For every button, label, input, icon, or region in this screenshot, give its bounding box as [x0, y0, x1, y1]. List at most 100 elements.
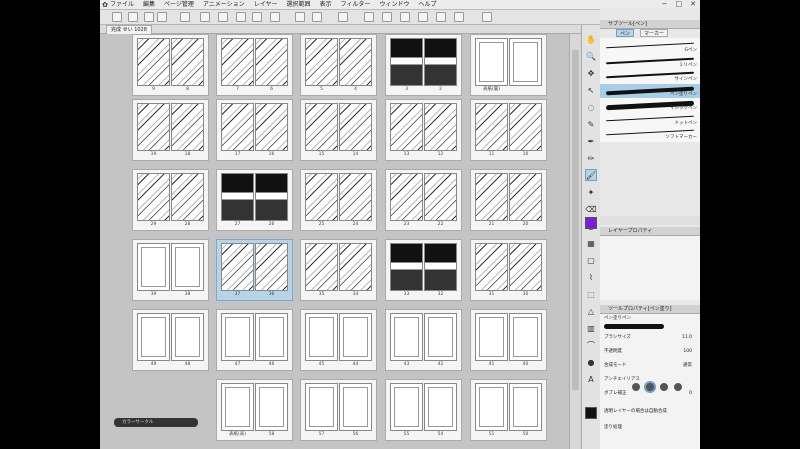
left-page-thumbnail[interactable] — [305, 313, 338, 361]
page-spread[interactable]: 41 40 — [470, 309, 547, 371]
right-page-thumbnail[interactable] — [255, 313, 288, 361]
page-spread[interactable]: 23 22 — [385, 169, 462, 231]
right-page-thumbnail[interactable] — [339, 103, 372, 151]
left-page-thumbnail[interactable] — [221, 313, 254, 361]
right-page-thumbnail[interactable] — [255, 243, 288, 291]
page-spread[interactable]: 27 26 — [216, 169, 293, 231]
page-spread[interactable]: 51 50 — [470, 379, 547, 441]
figure-icon[interactable]: ▢ — [585, 254, 597, 266]
page-spread[interactable]: 17 16 — [216, 99, 293, 161]
left-page-thumbnail[interactable] — [390, 173, 423, 221]
page-spread[interactable]: 表紙(表) 58 — [216, 379, 293, 441]
left-page-thumbnail[interactable] — [137, 313, 170, 361]
left-page-thumbnail[interactable] — [137, 173, 170, 221]
menu-layer[interactable]: レイヤー — [254, 0, 278, 9]
left-page-thumbnail[interactable] — [390, 243, 423, 291]
left-page-thumbnail[interactable] — [390, 103, 423, 151]
menu-filter[interactable]: フィルター — [341, 0, 371, 9]
left-page-thumbnail[interactable] — [305, 103, 338, 151]
eraser-icon[interactable]: ⌫ — [585, 203, 597, 215]
right-page-thumbnail[interactable] — [424, 103, 457, 151]
show-selection-icon[interactable] — [454, 12, 464, 22]
delete-page-icon[interactable] — [236, 12, 246, 22]
right-page-thumbnail[interactable] — [255, 173, 288, 221]
lasso-icon[interactable]: ◌ — [585, 101, 597, 113]
right-page-thumbnail[interactable] — [424, 173, 457, 221]
brush-item[interactable]: ミリペン — [600, 55, 700, 69]
page-spread[interactable]: 33 32 — [385, 239, 462, 301]
move-icon[interactable]: ✥ — [585, 67, 597, 79]
page-manager-canvas[interactable]: 9 8 7 6 5 4 3 2 表紙(裏) 19 18 17 16 15 14 13 12 11 10 29 28 27 2… — [100, 34, 581, 449]
aa-medium-icon[interactable] — [660, 383, 668, 391]
navigator-panel[interactable]: カラーサークル — [114, 418, 198, 427]
right-page-thumbnail[interactable] — [171, 103, 204, 151]
left-page-thumbnail[interactable] — [137, 243, 170, 291]
blend-icon[interactable]: ● — [585, 356, 597, 368]
right-page-thumbnail[interactable] — [255, 103, 288, 151]
right-page-thumbnail[interactable] — [255, 38, 288, 86]
right-page-thumbnail[interactable] — [339, 313, 372, 361]
menu-view[interactable]: 表示 — [320, 0, 332, 9]
property-value[interactable]: 0 — [689, 390, 692, 397]
left-page-thumbnail[interactable] — [221, 243, 254, 291]
gradient-icon[interactable]: ▦ — [585, 237, 597, 249]
redo-icon[interactable] — [270, 12, 280, 22]
clear-icon[interactable] — [312, 12, 322, 22]
sub-color-swatch[interactable] — [585, 407, 597, 419]
right-page-thumbnail[interactable] — [424, 38, 457, 86]
save-icon[interactable] — [218, 12, 228, 22]
right-page-thumbnail[interactable] — [171, 173, 204, 221]
page-spread[interactable]: 35 34 — [300, 239, 377, 301]
left-page-thumbnail[interactable] — [475, 243, 508, 291]
page-spread[interactable]: 55 54 — [385, 379, 462, 441]
page-spread[interactable]: 19 18 — [132, 99, 209, 161]
menu-animation[interactable]: アニメーション — [203, 0, 245, 9]
brush-icon[interactable]: 🖌 — [585, 169, 597, 181]
page-spread[interactable]: 43 42 — [385, 309, 462, 371]
brush-item[interactable]: サインペン — [600, 69, 700, 83]
property-value[interactable]: 100 — [683, 348, 692, 355]
page-spread[interactable]: 29 28 — [132, 169, 209, 231]
right-page-thumbnail[interactable] — [509, 173, 542, 221]
brush-item[interactable]: Gペン — [600, 40, 700, 54]
text-icon[interactable]: ⌇ — [585, 271, 597, 283]
left-page-thumbnail[interactable] — [390, 313, 423, 361]
left-page-thumbnail[interactable] — [305, 38, 338, 86]
right-page-thumbnail[interactable] — [255, 383, 288, 431]
left-page-thumbnail[interactable] — [475, 103, 508, 151]
left-page-thumbnail[interactable] — [475, 313, 508, 361]
menu-window[interactable]: ウィンドウ — [379, 0, 409, 9]
page-spread[interactable]: 54 — [300, 34, 377, 96]
balloon-icon[interactable]: ⬚ — [585, 288, 597, 300]
right-page-thumbnail[interactable] — [509, 38, 542, 86]
pen-icon[interactable]: ✒ — [585, 135, 597, 147]
property-value[interactable]: 通常 — [683, 362, 692, 369]
select-arrow-icon[interactable]: ↖ — [585, 84, 597, 96]
left-page-thumbnail[interactable] — [390, 383, 423, 431]
left-page-thumbnail[interactable] — [221, 173, 254, 221]
brush-item[interactable]: ドットペン — [600, 113, 700, 127]
undo-icon[interactable] — [252, 12, 262, 22]
menu-selection[interactable]: 選択範囲 — [287, 0, 311, 9]
left-page-thumbnail[interactable] — [475, 173, 508, 221]
right-page-thumbnail[interactable] — [509, 103, 542, 151]
page-spread[interactable]: 98 — [132, 34, 209, 96]
deselect-icon[interactable] — [364, 12, 374, 22]
left-page-thumbnail[interactable] — [221, 38, 254, 86]
left-page-thumbnail[interactable] — [137, 38, 170, 86]
left-page-thumbnail[interactable] — [305, 243, 338, 291]
page-spread[interactable]: 76 — [216, 34, 293, 96]
zoom-icon[interactable]: 🔍 — [585, 50, 597, 62]
menu-edit[interactable]: 編集 — [143, 0, 155, 9]
select-all-icon[interactable] — [400, 12, 410, 22]
right-page-thumbnail[interactable] — [171, 38, 204, 86]
crop-icon[interactable] — [418, 12, 428, 22]
left-page-thumbnail[interactable] — [305, 173, 338, 221]
left-page-thumbnail[interactable] — [475, 38, 508, 86]
page-spread[interactable]: 15 14 — [300, 99, 377, 161]
page-spread[interactable]: 32 — [385, 34, 462, 96]
scrollbar-thumb[interactable] — [572, 50, 579, 390]
eyedropper-icon[interactable]: ✎ — [585, 118, 597, 130]
aa-weak-icon[interactable] — [646, 383, 654, 391]
correct-line-icon[interactable]: ⌒ — [585, 339, 597, 351]
